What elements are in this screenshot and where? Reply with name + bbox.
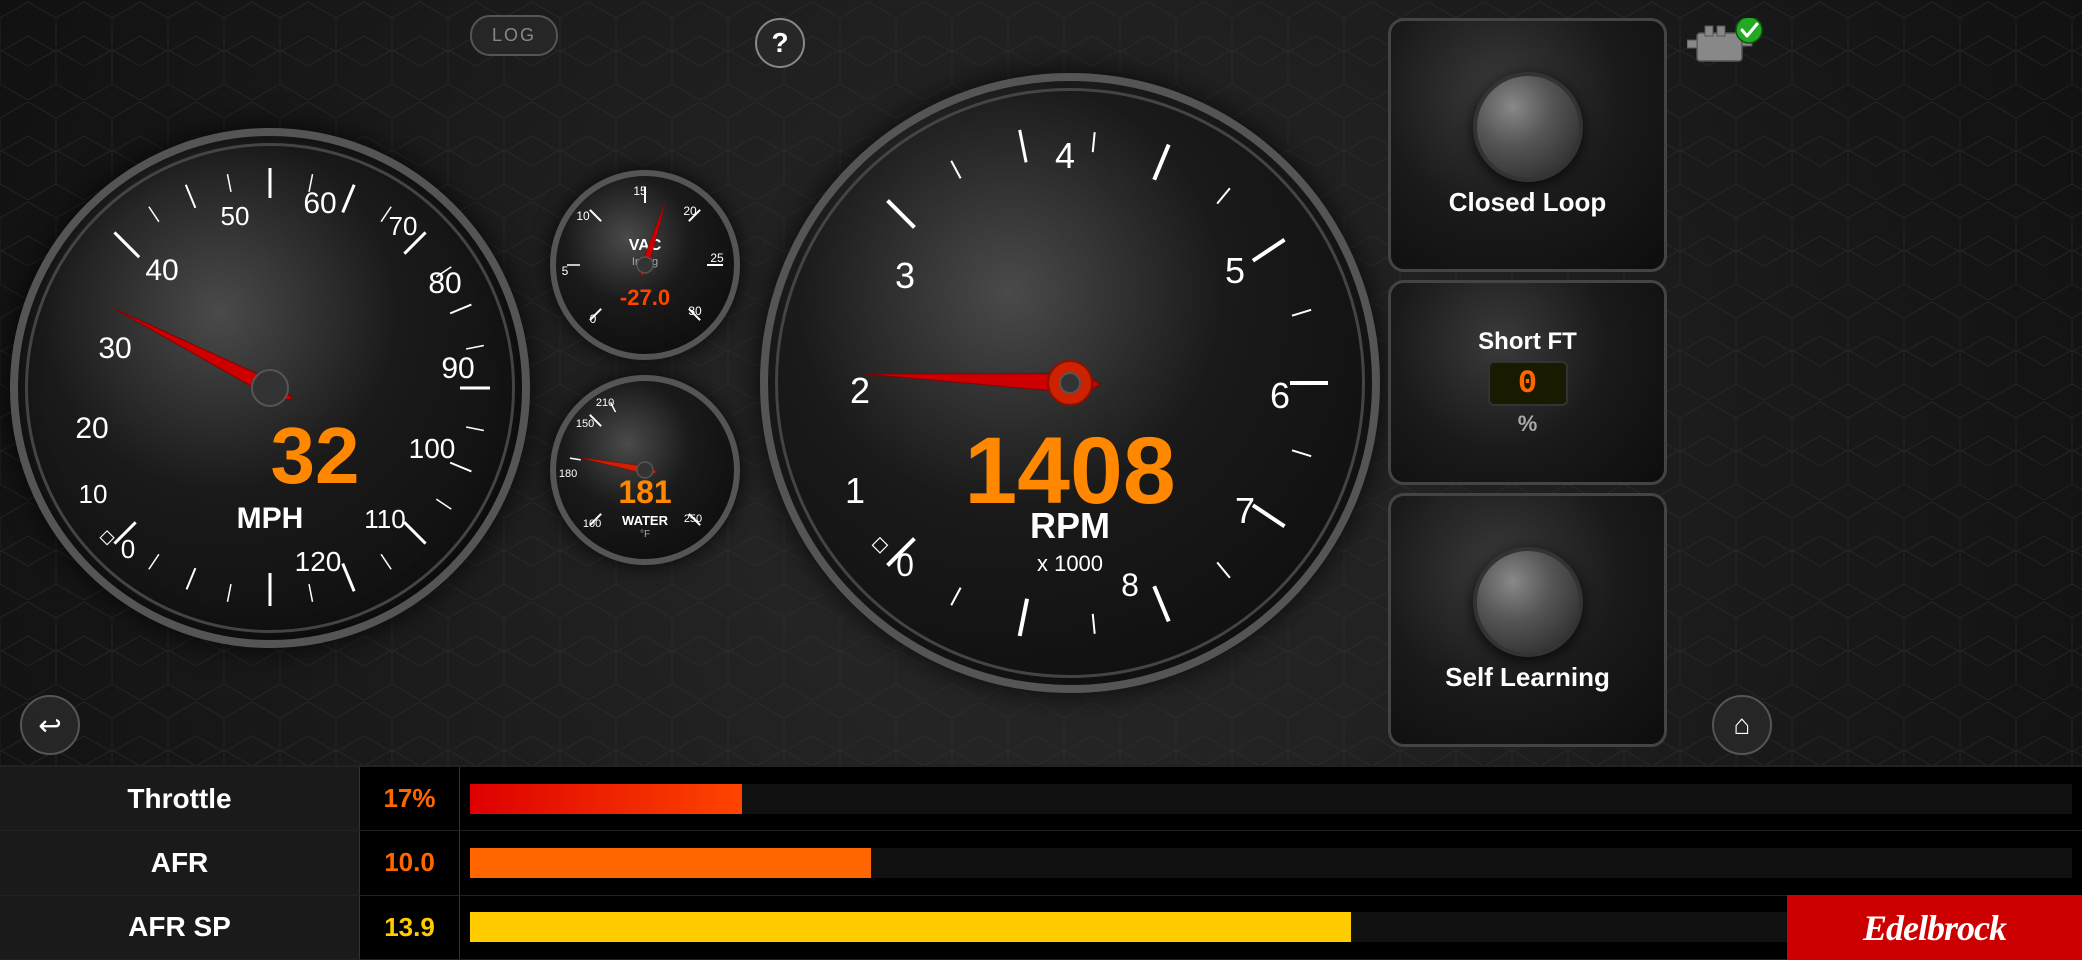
right-panel: Closed Loop Short FT 0 % Self Learning [1380, 10, 1675, 755]
svg-text:VAC: VAC [629, 237, 662, 254]
help-icon: ? [771, 27, 788, 59]
svg-text:3: 3 [895, 255, 915, 296]
svg-text:6: 6 [1270, 375, 1290, 416]
svg-text:10: 10 [79, 479, 108, 509]
self-learning-knob [1473, 547, 1583, 657]
throttle-value: 17% [360, 767, 460, 830]
throttle-label-text: Throttle [127, 783, 231, 815]
svg-text:100: 100 [583, 518, 601, 530]
afr-bar-track [470, 848, 2072, 878]
svg-text:1: 1 [845, 470, 865, 511]
afr-sp-value-text: 13.9 [384, 912, 435, 943]
short-ft-display-row: 0 [1488, 361, 1568, 406]
svg-text:20: 20 [75, 412, 108, 445]
svg-text:40: 40 [145, 254, 178, 287]
svg-text:100: 100 [409, 433, 456, 464]
help-button[interactable]: ? [755, 18, 805, 68]
short-ft-value: 0 [1518, 365, 1537, 402]
afr-value-text: 10.0 [384, 847, 435, 878]
afr-sp-row: AFR SP 13.9 [0, 896, 2082, 960]
afr-sp-label: AFR SP [0, 896, 360, 959]
closed-loop-knob [1473, 72, 1583, 182]
short-ft-label: Short FT [1478, 328, 1577, 356]
svg-text:4: 4 [1055, 135, 1075, 176]
svg-text:2: 2 [850, 370, 870, 411]
afr-sp-bar-fill [470, 912, 1351, 942]
throttle-value-text: 17% [383, 783, 435, 814]
gauges-area: 0 10 20 30 40 [0, 0, 2082, 765]
svg-text:30: 30 [688, 304, 702, 318]
throttle-bar-track [470, 784, 2072, 814]
water-svg: 100 150 180 210 250 [550, 375, 740, 565]
vac-gauge: 0 5 10 15 20 [550, 170, 740, 360]
svg-text:◇: ◇ [99, 526, 115, 548]
svg-text:90: 90 [441, 352, 474, 385]
svg-text:25: 25 [710, 251, 724, 265]
svg-text:10: 10 [576, 209, 590, 223]
closed-loop-indicator: Closed Loop [1388, 18, 1667, 272]
self-learning-indicator: Self Learning [1388, 493, 1667, 747]
afr-row: AFR 10.0 [0, 831, 2082, 895]
svg-text:50: 50 [221, 201, 250, 231]
svg-text:32: 32 [271, 411, 360, 500]
home-icon: ⌂ [1734, 709, 1751, 741]
svg-text:30: 30 [98, 332, 131, 365]
home-button[interactable]: ⌂ [1712, 695, 1772, 755]
afr-label-text: AFR [151, 847, 209, 879]
svg-text:20: 20 [683, 204, 697, 218]
edelbrock-text: Edelbrock [1863, 907, 2006, 949]
svg-text:0: 0 [121, 534, 135, 564]
water-gauge: 100 150 180 210 250 [550, 375, 740, 565]
afr-value: 10.0 [360, 831, 460, 894]
short-ft-value-display: 0 [1488, 361, 1568, 406]
edelbrock-logo: Edelbrock [1787, 895, 2082, 960]
engine-icon [1687, 15, 1767, 75]
svg-text:180: 180 [559, 468, 577, 480]
svg-text:0: 0 [590, 312, 597, 326]
back-icon: ↩ [38, 709, 61, 742]
rpm-svg: 0 1 2 3 4 [760, 73, 1380, 693]
speedometer-svg: 0 10 20 30 40 [10, 128, 530, 648]
afr-sp-label-text: AFR SP [128, 911, 231, 943]
closed-loop-label: Closed Loop [1449, 187, 1606, 218]
svg-text:-27.0: -27.0 [620, 285, 670, 310]
throttle-bar-fill [470, 784, 742, 814]
bottom-bars: Throttle 17% AFR 10.0 AFR SP [0, 765, 2082, 960]
svg-text:150: 150 [576, 418, 594, 430]
svg-text:7: 7 [1235, 490, 1255, 531]
svg-text:15: 15 [633, 184, 647, 198]
rpm-gauge: 0 1 2 3 4 [760, 73, 1380, 693]
svg-text:60: 60 [303, 187, 336, 220]
back-button[interactable]: ↩ [20, 695, 80, 755]
svg-text:◇: ◇ [872, 531, 889, 556]
svg-text:8: 8 [1121, 567, 1139, 603]
svg-text:WATER: WATER [622, 513, 669, 528]
svg-text:210: 210 [596, 397, 614, 409]
center-panel: 0 5 10 15 20 [535, 170, 755, 565]
svg-text:°F: °F [640, 529, 650, 540]
svg-text:MPH: MPH [237, 502, 304, 535]
main-content: 0 10 20 30 40 [0, 0, 2082, 960]
afr-label: AFR [0, 831, 360, 894]
short-ft-unit: % [1518, 411, 1538, 437]
svg-text:181: 181 [618, 474, 671, 510]
svg-text:x 1000: x 1000 [1037, 551, 1103, 576]
svg-text:5: 5 [562, 264, 569, 278]
svg-text:5: 5 [1225, 250, 1245, 291]
short-ft-indicator: Short FT 0 % [1388, 280, 1667, 485]
throttle-row: Throttle 17% [0, 767, 2082, 831]
vac-svg: 0 5 10 15 20 [550, 170, 740, 360]
svg-text:120: 120 [295, 546, 342, 577]
speedometer-gauge: 0 10 20 30 40 [10, 128, 530, 648]
svg-text:70: 70 [389, 211, 418, 241]
svg-text:1408: 1408 [964, 418, 1175, 524]
svg-text:250: 250 [684, 513, 702, 525]
self-learning-label: Self Learning [1445, 662, 1610, 693]
engine-svg [1687, 18, 1767, 73]
afr-sp-value: 13.9 [360, 896, 460, 959]
svg-text:110: 110 [364, 504, 405, 534]
throttle-label: Throttle [0, 767, 360, 830]
log-button[interactable]: LOG [470, 15, 558, 56]
afr-bar-fill [470, 848, 871, 878]
